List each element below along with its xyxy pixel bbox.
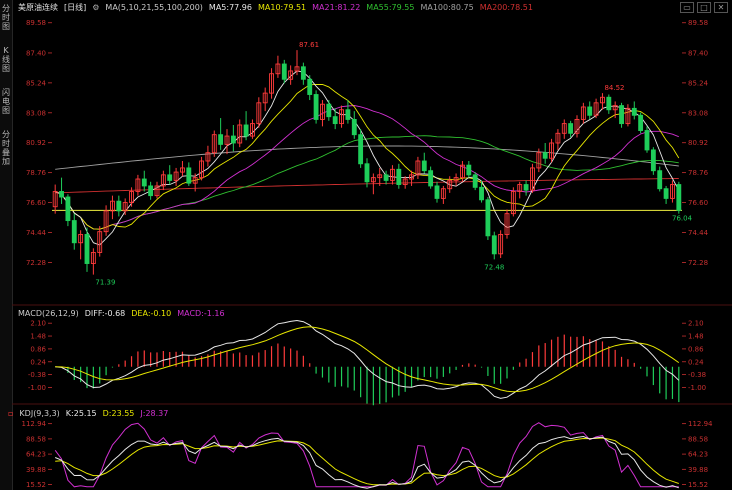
candle-body	[421, 160, 427, 172]
candle-body	[491, 235, 497, 255]
macd-axis-label-left: 0.86	[30, 345, 46, 353]
candle-body	[186, 167, 192, 184]
candle-body	[65, 196, 71, 222]
kdj-axis-label-right: 39.88	[688, 466, 708, 474]
candle-body	[281, 63, 287, 80]
price-axis-label-left: 78.76	[26, 169, 47, 177]
macd-axis-label-right: -1.00	[688, 384, 706, 392]
candle-body	[466, 164, 472, 176]
candle-body	[300, 66, 306, 80]
kdj-k-line	[55, 435, 679, 489]
candle-body	[84, 233, 90, 264]
price-axis-label-left: 72.28	[26, 259, 46, 267]
candle-body	[116, 200, 122, 212]
kdj-axis-label-left: 64.23	[26, 451, 46, 459]
kdj-d-line	[55, 437, 679, 486]
high-label-84-52: 84.52	[604, 84, 624, 92]
kdj-axis-label-right: 15.52	[688, 481, 708, 489]
macd-axis-label-left: -1.00	[28, 384, 46, 392]
candle-body	[230, 135, 236, 144]
price-axis-label-left: 87.40	[26, 49, 46, 57]
candle-body	[523, 184, 529, 191]
candle-body	[396, 168, 402, 186]
candle-body	[676, 184, 682, 211]
macd-axis-label-right: 2.10	[688, 320, 704, 328]
price-axis-label-left: 80.92	[26, 139, 46, 147]
macd-axis-label-right: 0.86	[688, 345, 704, 353]
low-label-72-48: 72.48	[484, 263, 504, 271]
ma5-line	[55, 70, 680, 246]
candle-body	[606, 96, 612, 111]
candle-body	[472, 174, 478, 188]
candle-body	[434, 185, 440, 199]
macd-axis-label-left: 0.24	[30, 358, 46, 366]
candle-body	[167, 174, 173, 181]
candle-body	[141, 178, 147, 187]
candle-body	[332, 116, 338, 125]
candle-body	[542, 152, 548, 159]
chart-canvas[interactable]: 89.58 89.58 87.40 87.40 85.24 85.24 83.08 83.08…	[0, 0, 732, 490]
candle-body	[218, 134, 224, 145]
price-axis-label-right: 76.60	[688, 199, 708, 207]
price-axis-label-right: 83.08	[688, 109, 708, 117]
candle-body	[644, 130, 650, 151]
candle-body	[59, 191, 64, 198]
macd-axis-label-right: -0.38	[688, 371, 706, 379]
price-axis-label-left: 83.08	[26, 109, 46, 117]
price-axis-label-left: 74.44	[26, 229, 47, 237]
candle-body	[485, 199, 491, 237]
chart-window: 分时图 K线图 闪电图 分时叠加 美原油连续 [日线] ⚙ MA(5,10,21,55,10…	[0, 0, 732, 490]
price-axis-label-right: 72.28	[688, 259, 708, 267]
kdj-axis-label-right: 64.23	[688, 451, 708, 459]
candle-body	[638, 114, 644, 131]
low-label-71-39: 71.39	[95, 279, 115, 287]
candle-body	[587, 106, 593, 116]
kdj-axis-label-left: 15.52	[26, 481, 46, 489]
macd-axis-label-left: 1.48	[30, 333, 46, 341]
candle-body	[351, 118, 357, 136]
kdj-axis-label-left: 88.58	[26, 435, 46, 443]
price-axis-label-right: 80.92	[688, 139, 708, 147]
candle-body	[71, 220, 77, 244]
candle-body	[568, 123, 574, 134]
price-axis-label-left: 89.58	[26, 19, 46, 27]
price-axis-label-right: 85.24	[688, 79, 709, 87]
macd-axis-label-left: -0.38	[28, 371, 46, 379]
kdj-axis-label-right: 112.94	[688, 420, 713, 428]
price-axis-label-right: 89.58	[688, 19, 708, 27]
macd-axis-label-right: 0.24	[688, 358, 704, 366]
candle-body	[383, 174, 389, 181]
kdj-j-line	[54, 422, 679, 488]
last-price-label: 76.04	[672, 214, 693, 222]
price-axis-label-left: 76.60	[26, 199, 46, 207]
price-axis-label-right: 78.76	[688, 169, 709, 177]
kdj-axis-label-right: 88.58	[688, 435, 708, 443]
candle-body	[428, 170, 434, 187]
candle-body	[243, 124, 249, 137]
price-axis-label-right: 87.40	[688, 49, 708, 57]
candle-body	[650, 149, 656, 172]
macd-axis-label-right: 1.48	[688, 333, 704, 341]
price-axis-label-right: 74.44	[688, 229, 709, 237]
candle-body	[345, 109, 351, 120]
candle-body	[631, 107, 637, 116]
kdj-axis-label-left: 112.94	[22, 420, 47, 428]
candle-body	[619, 105, 624, 125]
candle-body	[663, 188, 669, 199]
candle-body	[148, 185, 154, 197]
candle-body	[358, 134, 364, 165]
high-label-87-61: 87.61	[299, 41, 319, 49]
candle-body	[479, 186, 484, 201]
price-axis-label-left: 85.24	[26, 79, 47, 87]
kdj-axis-label-left: 39.88	[26, 466, 46, 474]
candle-body	[307, 78, 313, 95]
candle-body	[313, 94, 319, 120]
candle-body	[657, 170, 663, 190]
ma10-line	[55, 83, 680, 230]
candle-body	[364, 163, 370, 183]
candle-body	[326, 103, 332, 118]
macd-axis-label-left: 2.10	[30, 320, 46, 328]
